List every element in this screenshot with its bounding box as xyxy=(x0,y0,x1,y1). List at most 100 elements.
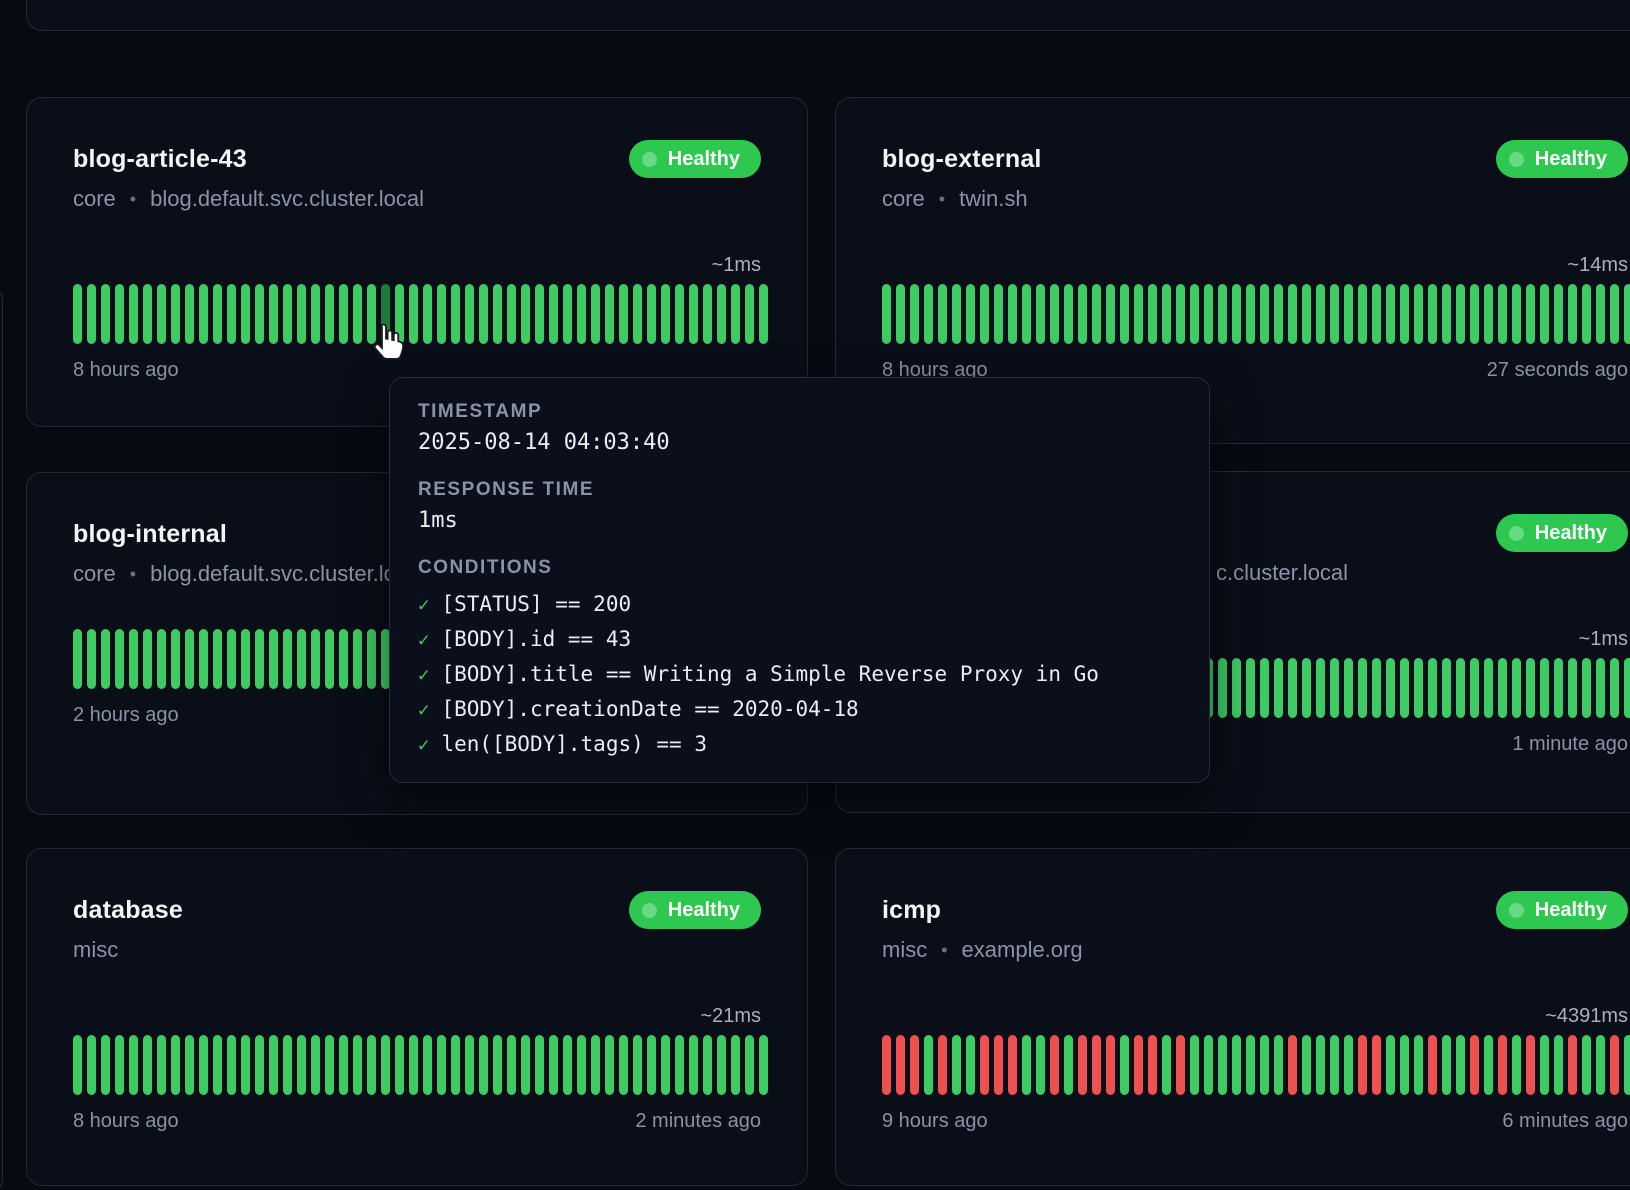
history-bar[interactable] xyxy=(479,284,488,344)
history-bar[interactable] xyxy=(1442,658,1451,718)
history-bar[interactable] xyxy=(1526,284,1535,344)
history-bar[interactable] xyxy=(409,1035,418,1095)
history-bar[interactable] xyxy=(493,284,502,344)
history-bar[interactable] xyxy=(1134,284,1143,344)
history-bar[interactable] xyxy=(73,1035,82,1095)
history-bar[interactable] xyxy=(1568,658,1577,718)
history-bar[interactable] xyxy=(535,1035,544,1095)
history-bar[interactable] xyxy=(717,1035,726,1095)
history-bar[interactable] xyxy=(185,1035,194,1095)
history-bar[interactable] xyxy=(1358,284,1367,344)
history-bar[interactable] xyxy=(563,1035,572,1095)
history-bar[interactable] xyxy=(1624,1035,1630,1095)
monitor-card-icmp[interactable]: icmp Healthy misc • example.org ~4391ms … xyxy=(835,848,1630,1186)
history-bar[interactable] xyxy=(577,1035,586,1095)
history-bar[interactable] xyxy=(1036,284,1045,344)
history-bar[interactable] xyxy=(1442,284,1451,344)
history-bar[interactable] xyxy=(381,1035,390,1095)
history-bar[interactable] xyxy=(199,284,208,344)
history-bar[interactable] xyxy=(129,629,138,689)
history-bar[interactable] xyxy=(647,1035,656,1095)
history-bar[interactable] xyxy=(619,284,628,344)
history-bar[interactable] xyxy=(703,1035,712,1095)
history-bar[interactable] xyxy=(1540,658,1549,718)
history-bar[interactable] xyxy=(1428,658,1437,718)
history-bar[interactable] xyxy=(1386,1035,1395,1095)
history-bar[interactable] xyxy=(1624,658,1630,718)
history-bar[interactable] xyxy=(1106,1035,1115,1095)
history-bar[interactable] xyxy=(1554,284,1563,344)
history-bar[interactable] xyxy=(759,1035,768,1095)
history-bar[interactable] xyxy=(255,1035,264,1095)
history-bar[interactable] xyxy=(1526,1035,1535,1095)
history-bar[interactable] xyxy=(1302,284,1311,344)
history-bar[interactable] xyxy=(1246,658,1255,718)
history-bar[interactable] xyxy=(759,284,768,344)
history-bar[interactable] xyxy=(1260,658,1269,718)
history-bar[interactable] xyxy=(1064,284,1073,344)
history-bar[interactable] xyxy=(395,1035,404,1095)
history-bar[interactable] xyxy=(1428,1035,1437,1095)
history-bar[interactable] xyxy=(129,284,138,344)
history-bar[interactable] xyxy=(1176,1035,1185,1095)
history-bar[interactable] xyxy=(185,629,194,689)
history-bar[interactable] xyxy=(1498,1035,1507,1095)
history-bar[interactable] xyxy=(1008,1035,1017,1095)
history-bar[interactable] xyxy=(1330,284,1339,344)
history-bar[interactable] xyxy=(367,629,376,689)
history-bar[interactable] xyxy=(255,284,264,344)
history-bar[interactable] xyxy=(87,1035,96,1095)
history-bar[interactable] xyxy=(423,1035,432,1095)
history-bar[interactable] xyxy=(938,284,947,344)
history-bar[interactable] xyxy=(339,284,348,344)
history-bar[interactable] xyxy=(703,284,712,344)
history-bar[interactable] xyxy=(1358,658,1367,718)
history-bar[interactable] xyxy=(213,1035,222,1095)
history-bar[interactable] xyxy=(1204,1035,1213,1095)
history-bar[interactable] xyxy=(199,1035,208,1095)
history-bar[interactable] xyxy=(297,629,306,689)
history-bar[interactable] xyxy=(1554,658,1563,718)
history-bar[interactable] xyxy=(129,1035,138,1095)
history-bar[interactable] xyxy=(1148,284,1157,344)
history-bar[interactable] xyxy=(591,1035,600,1095)
history-bar[interactable] xyxy=(1456,658,1465,718)
history-bar[interactable] xyxy=(924,284,933,344)
history-bar[interactable] xyxy=(283,284,292,344)
history-bar[interactable] xyxy=(297,1035,306,1095)
history-bar[interactable] xyxy=(1330,658,1339,718)
history-bar[interactable] xyxy=(1344,1035,1353,1095)
history-bar[interactable] xyxy=(994,1035,1003,1095)
history-bar[interactable] xyxy=(1078,284,1087,344)
history-bar[interactable] xyxy=(493,1035,502,1095)
history-bar[interactable] xyxy=(1596,284,1605,344)
history-bar[interactable] xyxy=(675,284,684,344)
history-bar[interactable] xyxy=(980,284,989,344)
history-bar[interactable] xyxy=(73,284,82,344)
history-bar[interactable] xyxy=(745,1035,754,1095)
history-bar[interactable] xyxy=(1232,1035,1241,1095)
history-bar[interactable] xyxy=(269,629,278,689)
history-bar[interactable] xyxy=(143,284,152,344)
history-bar[interactable] xyxy=(1316,658,1325,718)
history-bar[interactable] xyxy=(994,284,1003,344)
history-bar[interactable] xyxy=(213,629,222,689)
history-bar[interactable] xyxy=(1232,284,1241,344)
history-bar[interactable] xyxy=(1400,658,1409,718)
history-bar[interactable] xyxy=(143,629,152,689)
history-bar[interactable] xyxy=(924,1035,933,1095)
history-bar[interactable] xyxy=(311,284,320,344)
history-bar[interactable] xyxy=(1582,284,1591,344)
history-bar[interactable] xyxy=(409,284,418,344)
history-bar[interactable] xyxy=(1568,1035,1577,1095)
history-bar[interactable] xyxy=(647,284,656,344)
history-bar[interactable] xyxy=(1316,1035,1325,1095)
history-bar[interactable] xyxy=(1302,1035,1311,1095)
history-bar[interactable] xyxy=(1470,658,1479,718)
history-bar[interactable] xyxy=(1190,1035,1199,1095)
history-bar[interactable] xyxy=(980,1035,989,1095)
history-bar[interactable] xyxy=(1288,658,1297,718)
history-bar[interactable] xyxy=(910,1035,919,1095)
history-bar[interactable] xyxy=(283,1035,292,1095)
history-bar[interactable] xyxy=(171,1035,180,1095)
